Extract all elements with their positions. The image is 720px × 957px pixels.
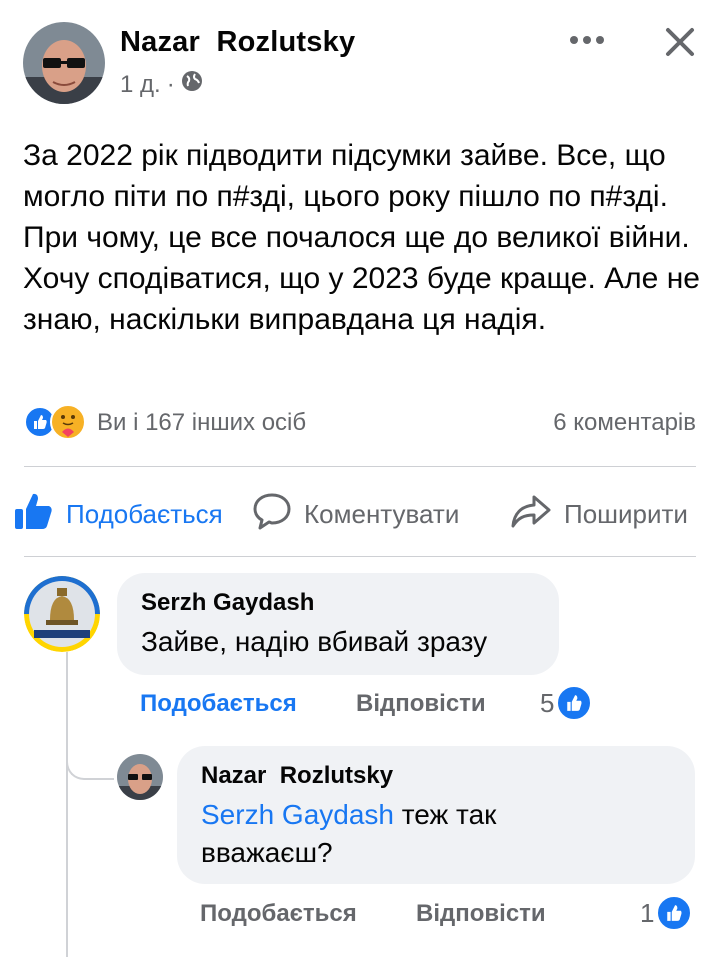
divider bbox=[24, 556, 696, 557]
post-meta: 1 д. · bbox=[120, 70, 203, 99]
like-reaction-icon bbox=[556, 685, 593, 721]
comment-author[interactable]: Serzh Gaydash bbox=[141, 589, 314, 617]
globe-icon bbox=[181, 70, 203, 99]
reply-author[interactable]: Nazar Rozlutsky bbox=[201, 762, 393, 790]
reply-text-line1: теж так bbox=[394, 799, 497, 830]
reactions-count[interactable]: Ви і 167 інших осіб bbox=[97, 409, 306, 437]
reply-text: Serzh Gaydash теж так вважаєш? bbox=[201, 796, 681, 872]
comment-like-count[interactable]: 5 bbox=[540, 685, 593, 721]
like-button[interactable]: Подобається bbox=[14, 489, 223, 539]
comment-reply-button[interactable]: Відповісти bbox=[356, 690, 486, 718]
thread-line bbox=[66, 652, 68, 957]
share-button[interactable]: Поширити bbox=[510, 489, 688, 539]
speech-bubble-icon bbox=[252, 491, 292, 538]
like-count-number: 1 bbox=[640, 897, 655, 928]
comments-count[interactable]: 6 коментарів bbox=[553, 409, 696, 437]
share-label: Поширити bbox=[564, 498, 688, 529]
author-avatar[interactable] bbox=[23, 22, 105, 104]
like-count-number: 5 bbox=[540, 687, 555, 718]
close-icon bbox=[666, 28, 694, 56]
comment-button[interactable]: Коментувати bbox=[252, 489, 459, 539]
care-reaction-icon bbox=[50, 404, 86, 440]
thumbs-up-icon bbox=[14, 491, 54, 538]
comment-label: Коментувати bbox=[304, 498, 460, 529]
post-time[interactable]: 1 д. bbox=[120, 71, 161, 99]
reaction-icons[interactable] bbox=[24, 404, 86, 440]
more-dots-icon bbox=[570, 36, 604, 44]
comment-like-button[interactable]: Подобається bbox=[140, 690, 297, 718]
post-text: За 2022 рік підводити підсумки зайве. Вс… bbox=[23, 139, 700, 336]
reply-like-button[interactable]: Подобається bbox=[200, 900, 357, 928]
reply-connector bbox=[66, 756, 114, 780]
reply-reply-button[interactable]: Відповісти bbox=[416, 900, 546, 928]
divider bbox=[24, 466, 696, 467]
comment-bubble: Serzh Gaydash Зайве, надію вбивай зразу bbox=[117, 573, 559, 675]
reply-bubble: Nazar Rozlutsky Serzh Gaydash теж так вва… bbox=[177, 746, 695, 884]
reply-author-avatar[interactable] bbox=[117, 754, 163, 800]
share-arrow-icon bbox=[510, 491, 552, 538]
post-author-name[interactable]: Nazar Rozlutsky bbox=[120, 26, 355, 59]
mention-link[interactable]: Serzh Gaydash bbox=[201, 799, 394, 830]
close-button[interactable] bbox=[660, 22, 700, 62]
reply-like-count[interactable]: 1 bbox=[640, 895, 693, 931]
more-options-button[interactable] bbox=[566, 28, 608, 52]
reply-text-line2: вважаєш? bbox=[201, 837, 333, 868]
meta-separator: · bbox=[166, 70, 175, 98]
like-label: Подобається bbox=[66, 498, 223, 529]
like-reaction-icon bbox=[656, 895, 693, 931]
comment-text: Зайве, надію вбивай зразу bbox=[141, 626, 488, 657]
commenter-avatar[interactable] bbox=[24, 576, 100, 652]
